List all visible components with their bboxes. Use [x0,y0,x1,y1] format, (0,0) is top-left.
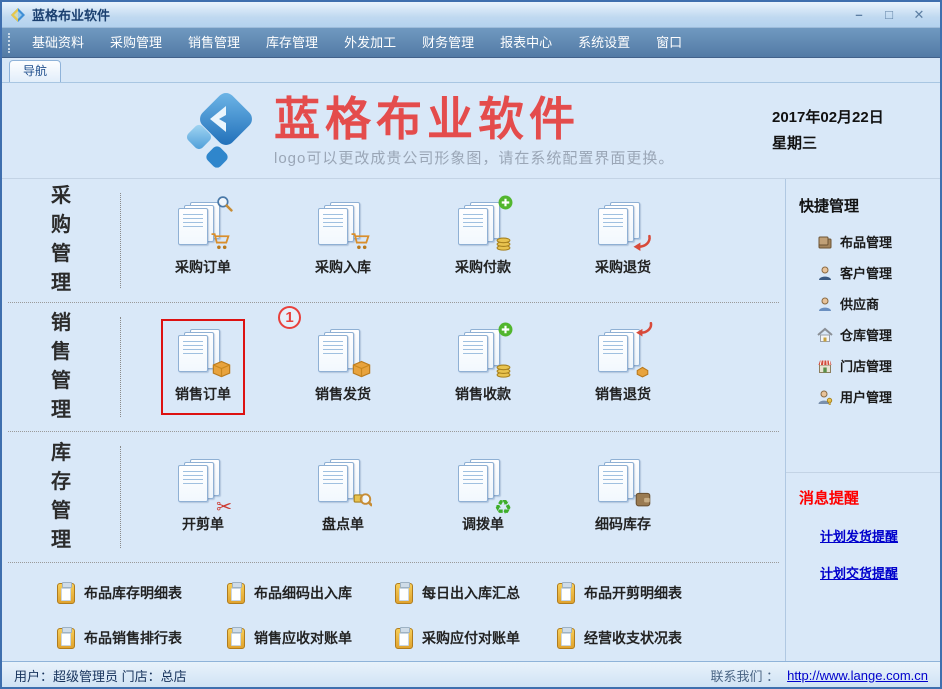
quick-fabric-manage[interactable]: 布品管理 [786,226,940,257]
clipboard-icon [227,628,245,649]
purchase-return-icon [598,202,648,248]
minimize-button[interactable]: – [846,6,872,24]
menu-sales[interactable]: 销售管理 [175,28,253,57]
section-purchase-label: 采购管理 [50,182,72,298]
module-purchase-order[interactable]: 采购订单 [161,192,245,288]
sales-return-icon [598,329,648,375]
quick-manage-title: 快捷管理 [786,179,940,226]
banner-subtitle: logo可以更改成贵公司形象图，请在系统配置界面更换。 [274,147,674,168]
module-stocktake[interactable]: 盘点单 [304,449,382,545]
quick-store-manage[interactable]: 门店管理 [786,350,940,381]
customer-icon [817,265,833,281]
purchase-order-icon [178,202,228,248]
section-purchase: 采购管理 采购订单 [2,179,785,302]
quick-supplier[interactable]: 供应商 [786,288,940,319]
module-transfer-slip[interactable]: ♻ 调拨单 [444,449,522,545]
sales-receipt-icon [458,329,508,375]
report-fabric-sales-ranking[interactable]: 布品销售排行表 [57,628,227,649]
tab-navigation[interactable]: 导航 [9,60,61,82]
side-panel: 快捷管理 布品管理 客户管理 供应商 仓库管理 门店管理 [785,179,940,661]
clipboard-icon [557,583,575,604]
window-title: 蓝格布业软件 [32,5,842,24]
status-user-info: 用户：超级管理员 门店：总店 [14,666,187,685]
status-bar: 用户：超级管理员 门店：总店 联系我们 ： http://www.lange.c… [2,661,940,688]
contact-website-link[interactable]: http://www.lange.com.cn [787,668,928,683]
maximize-button[interactable]: □ [876,6,902,24]
annotation-badge-1: 1 [278,306,301,329]
module-detail-stock[interactable]: 细码库存 [581,449,665,545]
detail-stock-icon [598,459,648,505]
purchase-payment-icon [458,202,508,248]
quick-warehouse-manage[interactable]: 仓库管理 [786,319,940,350]
sales-order-icon [178,329,228,375]
link-planned-delivery-alert[interactable]: 计划交货提醒 [820,563,940,582]
transfer-slip-icon: ♻ [458,459,508,505]
app-logo-icon [10,7,26,23]
menu-bar: 基础资料 采购管理 销售管理 库存管理 外发加工 财务管理 报表中心 系统设置 … [2,28,940,58]
section-inventory: 库存管理 ✂ 开剪单 盘点单 [2,432,785,562]
menu-purchase[interactable]: 采购管理 [97,28,175,57]
section-sales-label: 销售管理 [50,309,72,425]
report-fabric-code-inout[interactable]: 布品细码出入库 [227,583,395,604]
module-cutting-slip[interactable]: ✂ 开剪单 [164,449,242,545]
store-icon [817,358,833,374]
module-sales-receipt[interactable]: 销售收款 [441,319,525,415]
section-inventory-label: 库存管理 [50,439,72,555]
menu-basic-data[interactable]: 基础资料 [19,28,97,57]
menu-inventory[interactable]: 库存管理 [253,28,331,57]
module-sales-order[interactable]: 销售订单 [161,319,245,415]
menu-reports[interactable]: 报表中心 [487,28,565,57]
purchase-inbound-icon [318,202,368,248]
warehouse-icon [817,327,833,343]
banner-title: 蓝格布业软件 [274,93,674,145]
module-sales-return[interactable]: 销售退货 [581,319,665,415]
report-fabric-cutting-detail[interactable]: 布品开剪明细表 [557,583,682,604]
stocktake-icon [318,459,368,505]
toolbar-grip-icon [8,33,13,53]
menu-outsourcing[interactable]: 外发加工 [331,28,409,57]
message-alert-title: 消息提醒 [786,487,940,508]
report-daily-inout-summary[interactable]: 每日出入库汇总 [395,583,557,604]
box-icon [817,234,833,250]
report-sales-receivable[interactable]: 销售应收对账单 [227,628,395,649]
module-sales-shipment[interactable]: 销售发货 [301,319,385,415]
clipboard-icon [57,583,75,604]
app-window: 蓝格布业软件 – □ ✕ 基础资料 采购管理 销售管理 库存管理 外发加工 财务… [0,0,942,689]
reports-area: 布品库存明细表 布品细码出入库 每日出入库汇总 布品开剪明细表 布品销售排行表 … [2,563,785,661]
menu-settings[interactable]: 系统设置 [565,28,643,57]
contact-label: 联系我们 ： [710,666,779,685]
sales-shipment-icon [318,329,368,375]
module-purchase-payment[interactable]: 采购付款 [441,192,525,288]
current-date: 2017年02月22日 [772,105,922,131]
clipboard-icon [395,628,413,649]
cutting-slip-icon: ✂ [178,459,228,505]
banner: 蓝格布业软件 logo可以更改成贵公司形象图，请在系统配置界面更换。 2017年… [2,83,940,179]
link-planned-shipment-alert[interactable]: 计划发货提醒 [820,526,940,545]
supplier-icon [817,296,833,312]
title-bar: 蓝格布业软件 – □ ✕ [2,2,940,28]
clipboard-icon [557,628,575,649]
clipboard-icon [57,628,75,649]
message-block: 消息提醒 计划发货提醒 计划交货提醒 [786,472,940,582]
user-key-icon [817,389,833,405]
clipboard-icon [395,583,413,604]
menu-finance[interactable]: 财务管理 [409,28,487,57]
menu-window[interactable]: 窗口 [643,28,695,57]
quick-user-manage[interactable]: 用户管理 [786,381,940,412]
quick-customer-manage[interactable]: 客户管理 [786,257,940,288]
report-income-expense[interactable]: 经营收支状况表 [557,628,682,649]
date-display: 2017年02月22日 星期三 [772,105,922,157]
section-sales: 1 销售管理 销售订单 [2,303,785,432]
report-fabric-stock-detail[interactable]: 布品库存明细表 [57,583,227,604]
tab-strip: 导航 [2,58,940,83]
company-logo [186,91,260,178]
current-weekday: 星期三 [772,131,922,157]
clipboard-icon [227,583,245,604]
module-purchase-return[interactable]: 采购退货 [581,192,665,288]
main-area: 采购管理 采购订单 [2,179,785,661]
close-button[interactable]: ✕ [906,6,932,24]
report-purchase-payable[interactable]: 采购应付对账单 [395,628,557,649]
module-purchase-inbound[interactable]: 采购入库 [301,192,385,288]
